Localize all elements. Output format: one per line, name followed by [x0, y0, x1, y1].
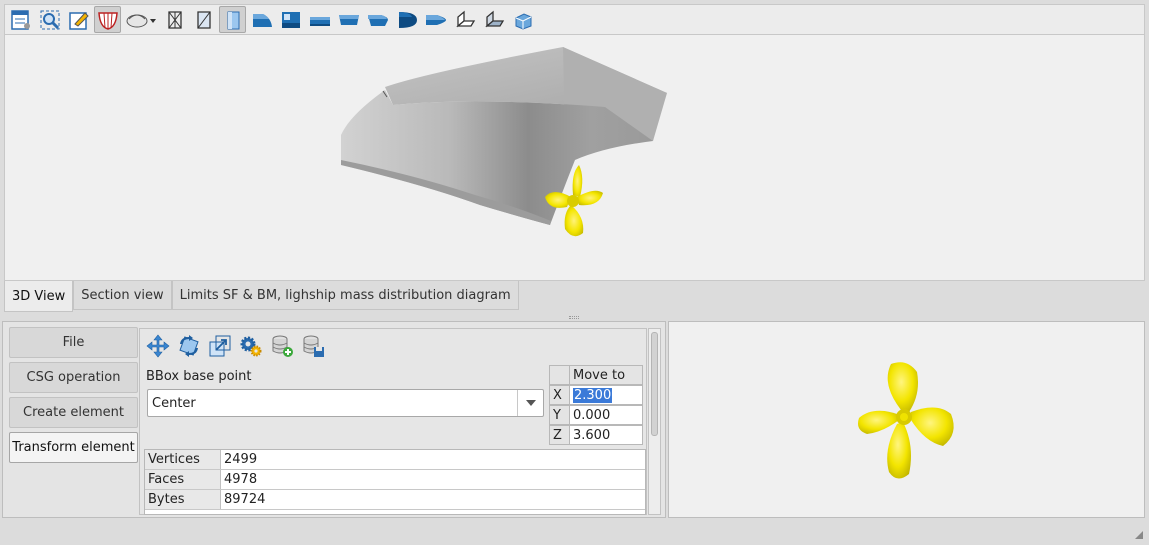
chevron-down-icon[interactable]	[517, 390, 543, 416]
add-database-button[interactable]	[268, 332, 295, 359]
wireframe-icon	[167, 10, 182, 29]
save-database-button[interactable]	[299, 332, 326, 359]
axis-z-label: Z	[549, 425, 570, 445]
stat-key: Vertices	[145, 450, 221, 469]
bow-view-icon	[367, 14, 388, 26]
move-to-corner	[549, 365, 570, 385]
sidebar-item-file[interactable]: File	[9, 327, 138, 358]
rotate-button[interactable]	[175, 332, 202, 359]
iso-view-2-icon	[484, 10, 504, 27]
section-view-icon	[281, 11, 300, 28]
move-x-input[interactable]: 2.300	[569, 385, 643, 405]
sidebar-item-create-element[interactable]: Create element	[9, 397, 138, 428]
side-view-icon	[338, 14, 359, 25]
save-database-icon	[303, 335, 324, 357]
edit-button[interactable]	[65, 6, 92, 33]
scale-button[interactable]	[206, 332, 233, 359]
iso-view-1-icon	[455, 10, 475, 27]
splitter-handle[interactable]	[569, 316, 579, 319]
bow-view-button[interactable]	[364, 6, 391, 33]
propeller-preview	[858, 362, 954, 479]
panel-scrollbar[interactable]	[648, 328, 661, 515]
section-view-button[interactable]	[277, 6, 304, 33]
front-view-button[interactable]	[393, 6, 420, 33]
sidebar-item-transform-element[interactable]: Transform element	[9, 432, 138, 463]
move-y-input[interactable]: 0.000	[569, 405, 643, 425]
stat-value: 4978	[224, 472, 258, 487]
settings-button[interactable]	[237, 332, 264, 359]
box-view-icon	[227, 11, 239, 29]
transform-toolbar	[144, 332, 326, 362]
profile-view-icon	[309, 16, 330, 26]
stat-key: Bytes	[145, 490, 221, 509]
stat-key: Faces	[145, 470, 221, 489]
properties-button[interactable]	[7, 6, 34, 33]
view-toolbar	[4, 4, 1145, 34]
lighting-icon	[126, 14, 156, 27]
iso-view-1-button[interactable]	[451, 6, 478, 33]
add-database-icon	[272, 335, 293, 357]
tab-limits-diagram[interactable]: Limits SF & BM, lighship mass distributi…	[171, 281, 519, 310]
stat-value: 89724	[224, 492, 266, 507]
iso-view-3-button[interactable]	[509, 6, 536, 33]
move-z-input[interactable]: 3.600	[569, 425, 643, 445]
bbox-base-point-select[interactable]: Center	[147, 389, 544, 417]
table-row: Bytes 89724	[145, 490, 645, 510]
lighting-dropdown[interactable]	[123, 6, 159, 33]
view-tabs: 3D View Section view Limits SF & BM, lig…	[4, 281, 519, 312]
edit-icon	[68, 11, 89, 30]
iso-view-2-button[interactable]	[480, 6, 507, 33]
stern-view-icon	[252, 13, 272, 27]
zoom-fit-icon	[40, 10, 59, 29]
scale-icon	[209, 335, 230, 356]
table-row: Faces 4978	[145, 470, 645, 490]
tools-area: File CSG operation Create element Transf…	[2, 321, 666, 518]
zoom-fit-button[interactable]	[36, 6, 63, 33]
element-preview[interactable]	[668, 321, 1145, 518]
mesh-stats-table: Vertices 2499 Faces 4978 Bytes 89724	[144, 449, 646, 515]
move-icon	[146, 334, 169, 357]
rotate-icon	[178, 334, 199, 357]
box-view-button[interactable]	[219, 6, 246, 33]
hull-icon	[97, 11, 118, 30]
move-button[interactable]	[144, 332, 171, 359]
axis-y-label: Y	[549, 405, 570, 425]
status-bar	[0, 518, 1149, 545]
stat-value: 2499	[224, 452, 258, 467]
bbox-base-point-label: BBox base point	[146, 369, 252, 384]
tab-section-view[interactable]: Section view	[73, 281, 172, 310]
side-view-button[interactable]	[335, 6, 362, 33]
settings-icon	[240, 336, 261, 356]
wireframe-button[interactable]	[161, 6, 188, 33]
move-to-header: Move to	[569, 365, 643, 385]
flat-shading-icon	[196, 10, 211, 29]
3d-viewport[interactable]	[4, 34, 1145, 281]
iso-view-3-icon	[515, 12, 531, 30]
top-view-button[interactable]	[422, 6, 449, 33]
flat-shading-button[interactable]	[190, 6, 217, 33]
scrollbar-thumb[interactable]	[651, 332, 658, 436]
hull-model	[341, 47, 667, 237]
hull-button[interactable]	[94, 6, 121, 33]
top-view-icon	[425, 14, 446, 25]
table-row: Vertices 2499	[145, 450, 645, 470]
stern-view-button[interactable]	[248, 6, 275, 33]
resize-grip-icon[interactable]	[1135, 531, 1143, 539]
sidebar-item-csg-operation[interactable]: CSG operation	[9, 362, 138, 393]
tab-3d-view[interactable]: 3D View	[4, 281, 74, 312]
transform-panel: BBox base point Center Move to X 2.300 Y…	[139, 328, 647, 515]
properties-icon	[10, 9, 30, 30]
axis-x-label: X	[549, 385, 570, 405]
front-view-icon	[398, 11, 417, 28]
profile-view-button[interactable]	[306, 6, 333, 33]
bbox-base-point-value: Center	[152, 395, 196, 411]
